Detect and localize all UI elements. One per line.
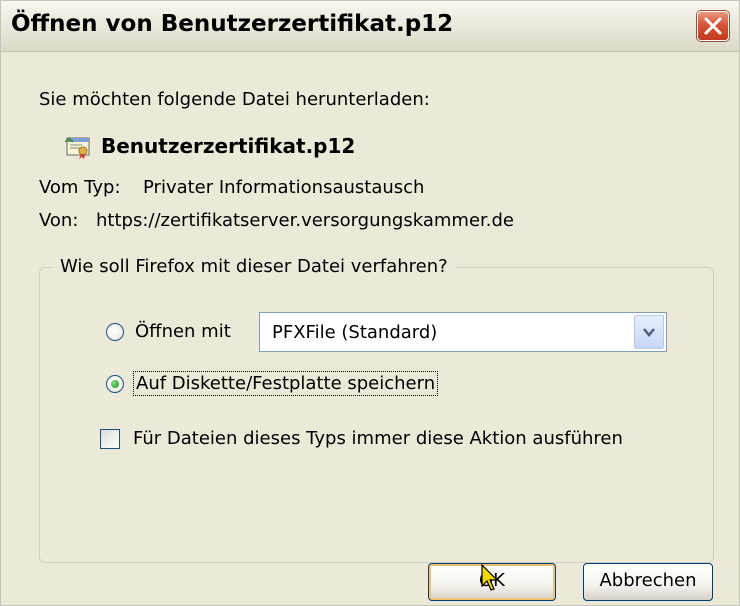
- intro-text: Sie möchten folgende Datei herunterladen…: [39, 89, 430, 110]
- dialog-title: Öffnen von Benutzerzertifikat.p12: [11, 11, 454, 37]
- type-value: Privater Informationsaustausch: [143, 177, 425, 198]
- from-label: Von:: [39, 210, 79, 231]
- save-to-disk-label[interactable]: Auf Diskette/Festplatte speichern: [133, 371, 439, 396]
- type-label: Vom Typ:: [39, 177, 121, 198]
- from-value: https://zertifikatserver.versorgungskamm…: [96, 210, 514, 231]
- action-group-title: Wie soll Firefox mit dieser Datei verfah…: [53, 256, 455, 277]
- open-with-label[interactable]: Öffnen mit: [135, 321, 231, 342]
- dialog-body: Sie möchten folgende Datei herunterladen…: [1, 52, 739, 605]
- certificate-file-icon: [64, 134, 92, 160]
- always-do-this-label[interactable]: Für Dateien dieses Typs immer diese Akti…: [133, 428, 623, 449]
- mouse-pointer-icon: [481, 563, 501, 597]
- close-button[interactable]: [697, 11, 729, 41]
- application-select-value: PFXFile (Standard): [272, 322, 438, 343]
- dropdown-button[interactable]: [634, 315, 664, 349]
- always-do-this-checkbox[interactable]: [100, 429, 120, 449]
- application-select[interactable]: PFXFile (Standard): [259, 312, 667, 352]
- cancel-button[interactable]: Abbrechen: [583, 563, 713, 601]
- open-with-radio[interactable]: [106, 323, 124, 341]
- download-dialog: Öffnen von Benutzerzertifikat.p12 Sie mö…: [0, 0, 740, 606]
- file-name: Benutzerzertifikat.p12: [101, 134, 356, 158]
- save-to-disk-radio[interactable]: [106, 375, 124, 393]
- title-bar[interactable]: Öffnen von Benutzerzertifikat.p12: [1, 1, 739, 52]
